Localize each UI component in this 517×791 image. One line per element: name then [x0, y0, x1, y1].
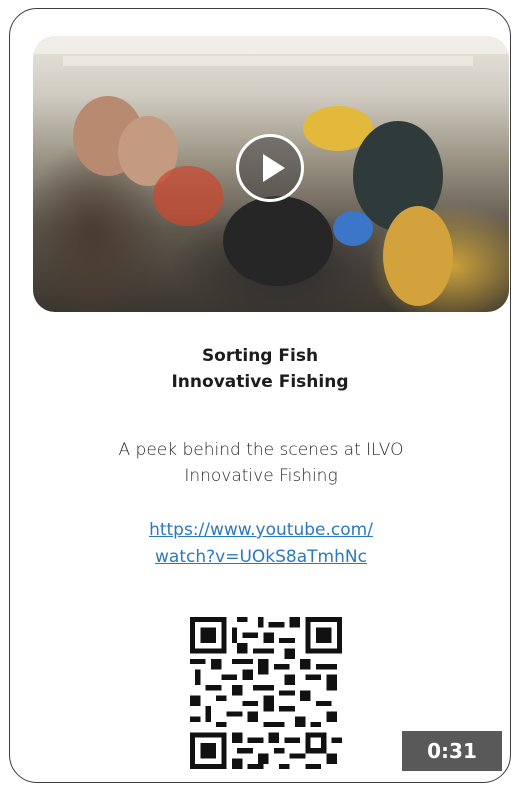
description-line-2: Innovative Fishing	[184, 466, 338, 486]
title-line-2: Innovative Fishing	[171, 372, 349, 392]
video-duration-badge: 0:31	[402, 731, 502, 771]
video-description: A peek behind the scenes at ILVO Innovat…	[70, 437, 452, 489]
qr-code-icon	[190, 617, 342, 769]
play-icon	[263, 154, 285, 182]
video-title: Sorting Fish Innovative Fishing	[10, 343, 510, 395]
description-line-1: A peek behind the scenes at ILVO	[118, 440, 404, 460]
video-thumbnail[interactable]	[33, 36, 509, 312]
video-card: Sorting Fish Innovative Fishing A peek b…	[9, 8, 511, 783]
link-line-2[interactable]: watch?v=UOkS8aTmhNc	[100, 544, 422, 571]
title-line-1: Sorting Fish	[201, 346, 319, 366]
play-button[interactable]	[236, 134, 304, 202]
link-line-1[interactable]: https://www.youtube.com/	[100, 517, 422, 544]
youtube-link[interactable]: https://www.youtube.com/ watch?v=UOkS8aT…	[100, 517, 422, 571]
